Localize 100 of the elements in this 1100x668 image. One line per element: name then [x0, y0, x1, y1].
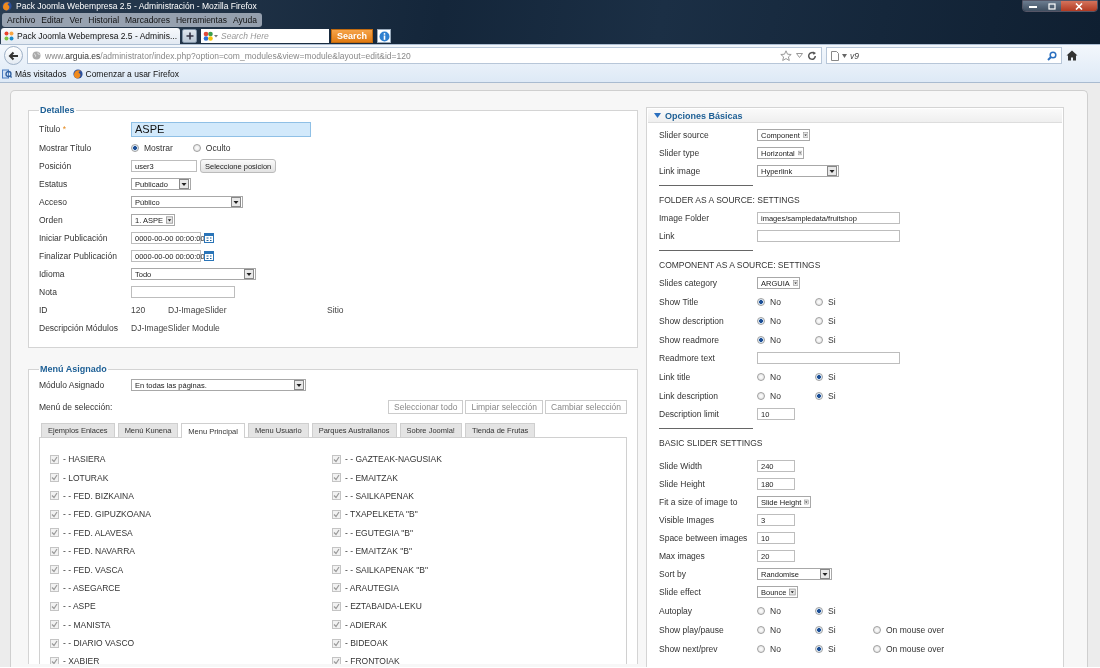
- menu-item-label[interactable]: - - EMAITZAK "B": [345, 546, 412, 557]
- radio-button[interactable]: [815, 316, 823, 325]
- menu-item-label[interactable]: - - ASPE: [63, 601, 96, 612]
- close-button[interactable]: [1061, 1, 1097, 11]
- checkbox[interactable]: [332, 509, 341, 519]
- menu-item-label[interactable]: - HASIERA: [63, 454, 106, 465]
- checkbox[interactable]: [332, 546, 341, 556]
- back-button[interactable]: [4, 46, 23, 65]
- radio-label[interactable]: No: [770, 624, 781, 635]
- radio-button[interactable]: [873, 625, 881, 634]
- address-bar[interactable]: www.arguia.es/administrator/index.php?option=com_modules&view=module&layout=edit&id=120: [27, 47, 822, 64]
- radio-label[interactable]: Si: [828, 371, 836, 382]
- radio-label[interactable]: Si: [828, 315, 836, 326]
- new-tab-button[interactable]: [182, 29, 197, 43]
- checkbox[interactable]: [332, 638, 341, 648]
- restore-button[interactable]: [1042, 1, 1061, 11]
- radio-label[interactable]: Mostrar: [144, 143, 173, 153]
- text-field[interactable]: ASPE: [131, 121, 311, 137]
- radio-label[interactable]: No: [770, 605, 781, 616]
- radio-label[interactable]: On mouse over: [886, 624, 945, 635]
- radio-button[interactable]: [757, 316, 765, 325]
- radio-label[interactable]: Si: [828, 334, 836, 345]
- menu-item-label[interactable]: - - SAILKAPENAK "B": [345, 564, 429, 575]
- checkbox[interactable]: [50, 565, 59, 575]
- checkbox[interactable]: [50, 657, 59, 664]
- radio-label[interactable]: No: [770, 371, 781, 382]
- radio-label[interactable]: Si: [828, 296, 836, 307]
- checkbox[interactable]: [50, 546, 59, 556]
- checkbox[interactable]: [332, 601, 341, 611]
- radio-button[interactable]: [757, 297, 765, 306]
- menu-item[interactable]: Ayuda: [229, 15, 260, 25]
- radio-label[interactable]: Si: [828, 643, 836, 654]
- menu-item-label[interactable]: - BIDEOAK: [345, 638, 388, 649]
- menu-item-label[interactable]: - - FED. BIZKAINA: [63, 490, 134, 501]
- menu-item-label[interactable]: - - EMAITZAK: [345, 472, 398, 483]
- text-field[interactable]: [757, 230, 900, 242]
- menu-item-label[interactable]: - ARAUTEGIA: [345, 582, 399, 593]
- checkbox[interactable]: [332, 583, 341, 593]
- checkbox[interactable]: [332, 528, 341, 538]
- text-field[interactable]: [757, 352, 900, 364]
- reload-icon[interactable]: [807, 50, 817, 61]
- menu-item[interactable]: Ver: [66, 15, 86, 25]
- menu-item[interactable]: Herramientas: [172, 15, 230, 25]
- minimize-button[interactable]: [1023, 1, 1042, 11]
- radio-label[interactable]: No: [770, 334, 781, 345]
- checkbox[interactable]: [332, 565, 341, 575]
- menu-item-label[interactable]: - - GAZTEAK-NAGUSIAK: [345, 454, 442, 465]
- radio-label[interactable]: No: [770, 390, 781, 401]
- radio-button[interactable]: [873, 644, 881, 653]
- menu-item-label[interactable]: - - FED. VASCA: [63, 564, 124, 575]
- caret-icon[interactable]: [796, 53, 803, 58]
- radio-button[interactable]: [757, 372, 765, 381]
- checkbox[interactable]: [50, 601, 59, 611]
- checkbox[interactable]: [332, 454, 341, 464]
- radio-button[interactable]: [815, 372, 823, 381]
- radio-label[interactable]: No: [770, 296, 781, 307]
- menu-item-label[interactable]: - XABIER: [63, 656, 100, 664]
- menu-item-label[interactable]: - ADIERAK: [345, 619, 388, 630]
- checkbox[interactable]: [50, 491, 59, 501]
- browser-tab[interactable]: Pack Joomla Webempresa 2.5 - Adminis...: [1, 28, 180, 44]
- radio-button[interactable]: [815, 644, 823, 653]
- radio-button[interactable]: [815, 297, 823, 306]
- menu-item[interactable]: Historial: [85, 15, 123, 25]
- collapse-icon[interactable]: [654, 113, 661, 118]
- radio-button[interactable]: [131, 144, 139, 152]
- calendar-icon[interactable]: [204, 233, 214, 243]
- selection-button[interactable]: Cambiar selección: [545, 400, 627, 414]
- radio-button[interactable]: [815, 625, 823, 634]
- menu-item-label[interactable]: - - SAILKAPENAK: [345, 490, 414, 501]
- search-icon[interactable]: [1047, 50, 1057, 61]
- home-icon[interactable]: [1066, 50, 1078, 61]
- menu-item-label[interactable]: - - MANISTA: [63, 619, 111, 630]
- checkbox[interactable]: [50, 528, 59, 538]
- radio-label[interactable]: Si: [828, 605, 836, 616]
- radio-button[interactable]: [815, 606, 823, 615]
- selection-button[interactable]: Limpiar selección: [465, 400, 544, 414]
- checkbox[interactable]: [332, 657, 341, 664]
- bookmark-link[interactable]: Más visitados: [15, 69, 67, 79]
- checkbox[interactable]: [50, 454, 59, 464]
- radio-label[interactable]: No: [770, 643, 781, 654]
- radio-button[interactable]: [815, 335, 823, 344]
- panel-title[interactable]: Opciones Básicas: [665, 110, 743, 121]
- menu-item[interactable]: Archivo: [4, 15, 39, 25]
- menu-item[interactable]: Editar: [38, 15, 67, 25]
- selection-button[interactable]: Seleccionar todo: [388, 400, 464, 414]
- menu-item[interactable]: Marcadores: [122, 15, 173, 25]
- radio-label[interactable]: Oculto: [205, 143, 231, 153]
- menu-item-label[interactable]: - TXAPELKETA "B": [345, 509, 418, 520]
- checkbox[interactable]: [50, 638, 59, 648]
- radio-button[interactable]: [757, 644, 765, 653]
- radio-button[interactable]: [757, 391, 765, 400]
- menu-item-label[interactable]: - EZTABAIDA-LEKU: [345, 601, 422, 612]
- menu-item-label[interactable]: - - FED. GIPUZKOANA: [63, 509, 151, 520]
- menu-item-label[interactable]: - - FED. ALAVESA: [63, 527, 133, 538]
- checkbox[interactable]: [332, 620, 341, 630]
- menu-item-label[interactable]: - LOTURAK: [63, 472, 109, 483]
- calendar-icon[interactable]: [204, 251, 214, 261]
- checkbox[interactable]: [332, 473, 341, 483]
- checkbox[interactable]: [50, 473, 59, 483]
- star-icon[interactable]: [780, 49, 792, 62]
